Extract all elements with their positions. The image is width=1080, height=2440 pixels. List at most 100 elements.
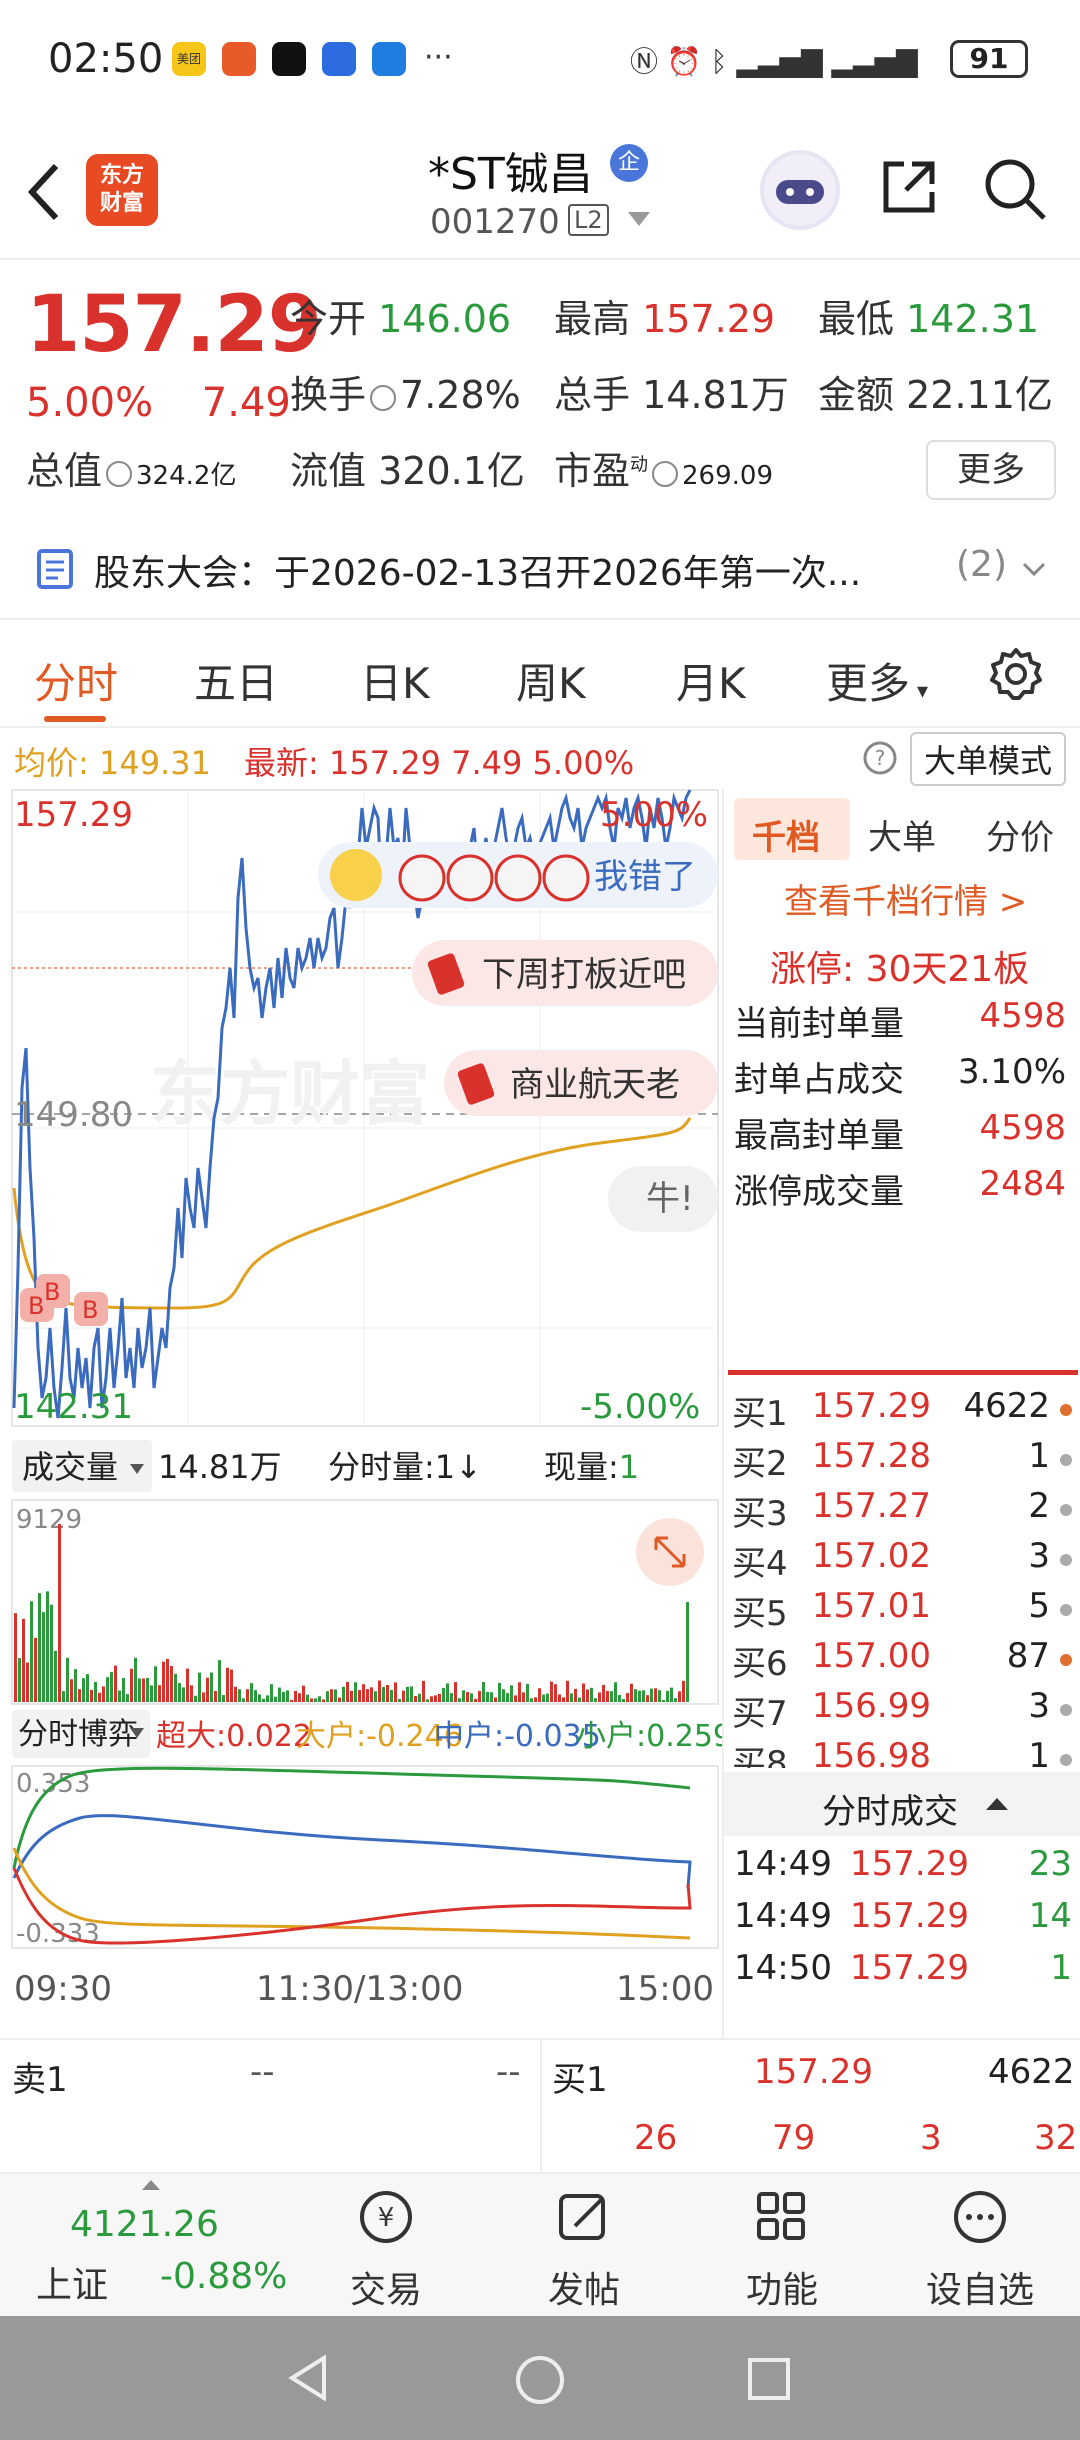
tab-thousand-level[interactable]: 千档: [752, 810, 820, 859]
high-price: 最高 157.29: [554, 297, 776, 341]
svg-text:商业航天老: 商业航天老: [510, 1065, 680, 1105]
bottom-navigation: 4121.26 上证 -0.88% ¥ 交易 发帖 功能 设自选: [0, 2174, 1080, 2316]
comment-bubble-1[interactable]: 我错了: [318, 842, 718, 908]
bid-qty: 3: [1028, 1536, 1050, 1576]
volume-bar: [662, 1699, 665, 1702]
avg-price: 均价: 149.31: [14, 744, 211, 782]
battery-icon: 91: [950, 40, 1028, 78]
bid-row[interactable]: 买7 156.99 3: [728, 1686, 1078, 1736]
comment-bubble-4[interactable]: 牛!: [608, 1166, 718, 1232]
nav-functions[interactable]: 功能: [702, 2188, 862, 2313]
help-icon[interactable]: ?: [862, 740, 898, 776]
app-icon: [372, 42, 406, 76]
notice-text: 股东大会：于2026-02-13召开2026年第一次...: [94, 553, 862, 594]
nav-post[interactable]: 发帖: [504, 2188, 664, 2313]
bid-dot-icon: [1060, 1604, 1072, 1616]
search-icon[interactable]: [982, 156, 1048, 222]
level2-badge[interactable]: L2: [568, 204, 609, 236]
volume-bar: [26, 1662, 29, 1702]
volume-bar: [138, 1678, 141, 1702]
nav-trade[interactable]: ¥ 交易: [306, 2188, 466, 2313]
trade-amount: 金额 22.11亿: [818, 373, 1053, 417]
bid-price: 157.29: [812, 1386, 931, 1426]
bid-price: 157.28: [812, 1436, 931, 1476]
comment-bubble-3[interactable]: 商业航天老: [444, 1050, 718, 1116]
volume-bar: [86, 1674, 89, 1702]
stock-code[interactable]: 001270: [430, 202, 560, 242]
volume-bar: [62, 1691, 65, 1702]
intraday-chart[interactable]: 东方财富 157.29 5.00% 149.80 142.31 -5.00% B…: [0, 788, 732, 2038]
volume-bar: [530, 1698, 533, 1702]
volume-bar: [574, 1688, 577, 1702]
more-quote-button[interactable]: 更多: [926, 440, 1056, 500]
bid-row[interactable]: 买1 157.29 4622: [728, 1386, 1078, 1436]
tab-more[interactable]: 更多 ▾: [826, 650, 928, 711]
big-order-mode-button[interactable]: 大单模式: [910, 732, 1067, 786]
document-icon: [37, 549, 73, 589]
stock-header: 东方 财富 *ST铖昌 企 001270 L2: [0, 120, 1080, 260]
back-button[interactable]: [24, 160, 64, 234]
volume-bar: [314, 1698, 317, 1702]
volume-bar: [614, 1682, 617, 1702]
comment-bubble-2[interactable]: 下周打板近吧: [412, 940, 718, 1006]
tab-weekly-k[interactable]: 周K: [516, 650, 586, 711]
mid-price-label: 149.80: [14, 1095, 133, 1135]
eastmoney-logo[interactable]: 东方 财富: [86, 154, 158, 226]
level-one-bar[interactable]: 卖1 -- -- 买1 157.29 4622 26 79 3 32: [0, 2038, 1080, 2174]
bid-level: 买2: [732, 1444, 788, 1484]
chevron-down-icon[interactable]: [628, 212, 650, 228]
apps-icon: [757, 2192, 805, 2240]
bid-row[interactable]: 买3 157.27 2: [728, 1486, 1078, 1536]
bid-row[interactable]: 买2 157.28 1: [728, 1436, 1078, 1486]
index-ticker[interactable]: 4121.26 上证 -0.88%: [14, 2174, 294, 2316]
bid-row[interactable]: 买5 157.01 5: [728, 1586, 1078, 1636]
volume-bar: [670, 1687, 673, 1702]
meituan-app-icon: 美团: [172, 42, 206, 76]
home-circle-icon[interactable]: [514, 2354, 566, 2406]
volume-bar: [430, 1696, 433, 1702]
flow-min: -0.333: [16, 1919, 100, 1949]
volume-bar: [14, 1613, 17, 1702]
big-investor-line: [12, 1847, 691, 1940]
volume-bar: [538, 1688, 541, 1702]
volume-bar: [586, 1689, 589, 1702]
bid-row[interactable]: 买6 157.00 87: [728, 1636, 1078, 1686]
info-icon: [652, 460, 679, 487]
volume-bar: [434, 1695, 437, 1702]
bid-row[interactable]: 买4 157.02 3: [728, 1536, 1078, 1586]
tab-big-orders[interactable]: 大单: [868, 810, 936, 859]
recents-square-icon[interactable]: [746, 2356, 792, 2402]
volume-bar: [58, 1524, 61, 1702]
volume-bar: [550, 1681, 553, 1702]
settings-gear-icon[interactable]: [988, 646, 1044, 702]
tab-five-day[interactable]: 五日: [194, 650, 278, 711]
intraday-chart-area[interactable]: 东方财富 157.29 5.00% 149.80 142.31 -5.00% B…: [0, 788, 732, 2038]
volume-bar: [218, 1660, 221, 1702]
view-thousand-level-link[interactable]: 查看千档行情 >: [784, 874, 1027, 923]
bid-price: 157.02: [812, 1536, 931, 1576]
volume-bar: [98, 1692, 101, 1702]
bid-list: 买1 157.29 4622 买2 157.28 1 买3 157.27 2 买4 157.02 3 买…: [724, 1386, 1080, 1768]
robot-assistant-avatar[interactable]: [760, 150, 840, 230]
trades-header[interactable]: 分时成交: [724, 1772, 1080, 1836]
tab-monthly-k[interactable]: 月K: [676, 650, 746, 711]
shareholder-notice[interactable]: 股东大会：于2026-02-13召开2026年第一次... (2): [0, 528, 1080, 608]
volume-bar: [46, 1591, 49, 1702]
tab-intraday[interactable]: 分时: [34, 650, 118, 711]
tab-price-distribution[interactable]: 分价: [986, 810, 1054, 859]
volume-bar: [534, 1697, 537, 1702]
volume-bar: [18, 1658, 21, 1702]
volume-bar: [330, 1689, 333, 1702]
volume-bar: [554, 1684, 557, 1702]
tab-daily-k[interactable]: 日K: [360, 650, 430, 711]
nav-add-watchlist[interactable]: 设自选: [900, 2188, 1060, 2313]
volume-bar: [118, 1690, 121, 1702]
volume-bar: [678, 1691, 681, 1702]
bid-row[interactable]: 买8 156.98 1: [728, 1736, 1078, 1768]
volume-bar: [258, 1694, 261, 1702]
volume-max: 9129: [16, 1505, 82, 1535]
volume-bar: [638, 1690, 641, 1702]
volume-bar: [186, 1668, 189, 1702]
back-triangle-icon[interactable]: [284, 2354, 332, 2402]
share-icon[interactable]: [878, 156, 940, 218]
